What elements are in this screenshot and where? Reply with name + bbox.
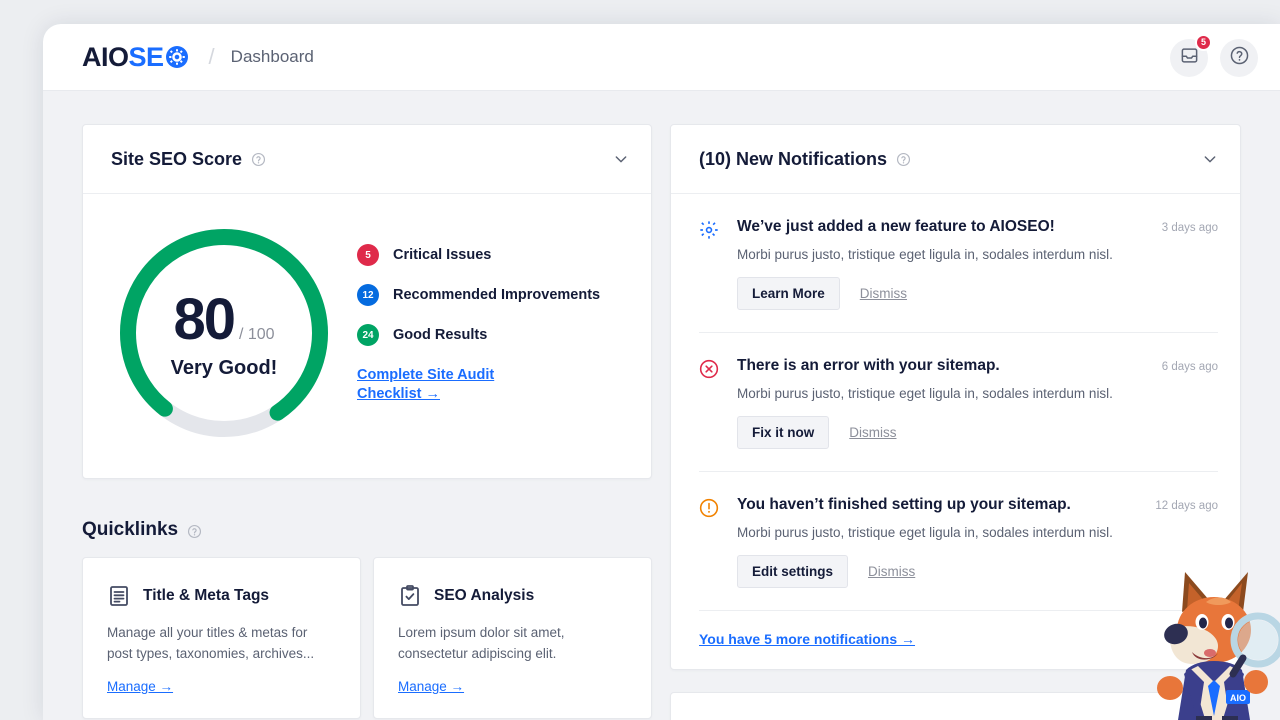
notifications-list: We’ve just added a new feature to AIOSEO… [671,194,1240,611]
top-bar: AIOSE / Dashboard 5 [43,24,1280,91]
notifications-help-tooltip-icon[interactable] [896,152,911,167]
site-seo-score-body: 80 / 100 Very Good! 5 Critical Issues 12… [83,194,651,478]
notification-item: There is an error with your sitemap. 6 d… [699,333,1218,472]
seo-score-rating: Very Good! [170,357,278,379]
breadcrumb-separator: / [208,44,215,69]
donut-center-labels: 80 / 100 Very Good! [113,222,335,444]
next-panel-placeholder [670,692,1241,720]
notification-actions: Fix it now Dismiss [737,416,1218,449]
seo-score-donut-chart: 80 / 100 Very Good! [113,222,335,444]
seo-score-denominator: / 100 [238,326,275,343]
quicklink-card-seo-analysis[interactable]: SEO Analysis Lorem ipsum dolor sit amet,… [373,557,652,719]
notification-body: You haven’t finished setting up your sit… [737,496,1218,588]
logo-aio-text: AIO [82,41,129,72]
help-circle-icon [1229,45,1250,71]
logo-gear-icon [165,45,189,69]
left-column: Site SEO Score 80 / 100 Very Good! 5 Cri… [82,124,652,719]
critical-label: Critical Issues [393,247,492,263]
notification-actions: Learn More Dismiss [737,277,1218,310]
notification-item: We’ve just added a new feature to AIOSEO… [699,194,1218,333]
learn-more-button[interactable]: Learn More [737,277,840,310]
recommended-count-badge: 12 [357,284,379,306]
page-title: Site SEO Score [111,148,243,169]
seo-score-legend: 5 Critical Issues 12 Recommended Improve… [357,244,600,404]
notification-actions: Edit settings Dismiss [737,555,1218,588]
more-notifications-link[interactable]: You have 5 more notifications → [671,611,1240,669]
notification-body: There is an error with your sitemap. 6 d… [737,357,1218,449]
dismiss-button[interactable]: Dismiss [849,425,896,440]
quicklink-card-title-meta-tags[interactable]: Title & Meta Tags Manage all your titles… [82,557,361,719]
inbox-icon [1180,46,1199,70]
notification-text: Morbi purus justo, tristique eget ligula… [737,525,1113,540]
fix-it-now-button[interactable]: Fix it now [737,416,830,449]
quicklinks-heading: Quicklinks [82,519,652,541]
quicklink-description: Lorem ipsum dolor sit amet, consectetur … [398,625,565,661]
notification-item: You haven’t finished setting up your sit… [699,472,1218,611]
quicklink-header: Title & Meta Tags [107,584,336,608]
brand-logo[interactable]: AIOSE / Dashboard [82,41,314,72]
logo-seo-text: SE [128,41,165,72]
quicklink-manage-link[interactable]: Manage → [107,679,173,694]
quicklink-header: SEO Analysis [398,584,627,608]
legend-item-critical: 5 Critical Issues [357,244,600,266]
seo-score-value: 80 [173,287,235,352]
quicklinks-help-tooltip-icon[interactable] [187,523,202,538]
clipboard-check-icon [398,584,422,608]
quicklinks-grid: Title & Meta Tags Manage all your titles… [82,557,652,719]
document-lines-icon [107,584,131,608]
notification-body: We’ve just added a new feature to AIOSEO… [737,218,1218,310]
notification-text: Morbi purus justo, tristique eget ligula… [737,386,1113,401]
dismiss-button[interactable]: Dismiss [868,564,915,579]
quicklinks-title: Quicklinks [82,519,179,540]
notifications-card: (10) New Notifications We’ve just added … [670,124,1241,670]
notification-title: We’ve just added a new feature to AIOSEO… [737,218,1055,235]
quicklink-title: Title & Meta Tags [143,587,270,604]
notifications-header: (10) New Notifications [671,125,1240,194]
legend-item-recommended: 12 Recommended Improvements [357,284,600,306]
notifications-title: (10) New Notifications [699,148,888,169]
complete-site-audit-checklist-link[interactable]: Complete Site Audit Checklist → [357,366,497,404]
critical-count-badge: 5 [357,244,379,266]
notification-timestamp: 6 days ago [1161,361,1218,373]
notifications-collapse-chevron-down-icon[interactable] [1202,151,1218,167]
top-bar-actions: 5 [1170,24,1258,91]
gear-icon [699,220,719,240]
breadcrumb-dashboard[interactable]: Dashboard [231,47,314,67]
notification-title: You haven’t finished setting up your sit… [737,496,1071,513]
error-circle-icon [699,359,719,379]
good-label: Good Results [393,327,488,343]
quicklink-manage-link[interactable]: Manage → [398,679,464,694]
notification-timestamp: 3 days ago [1161,222,1218,234]
site-seo-score-header: Site SEO Score [83,125,651,194]
notification-timestamp: 12 days ago [1155,500,1218,512]
notification-title: There is an error with your sitemap. [737,357,1000,374]
site-seo-score-card: Site SEO Score 80 / 100 Very Good! 5 Cri… [82,124,652,479]
right-column: (10) New Notifications We’ve just added … [670,124,1241,720]
good-count-badge: 24 [357,324,379,346]
recommended-label: Recommended Improvements [393,287,601,303]
app-window: AIOSE / Dashboard 5 Site SEO Score 80 / … [43,24,1280,720]
notification-text: Morbi purus justo, tristique eget ligula… [737,247,1113,262]
notifications-button[interactable]: 5 [1170,33,1212,77]
quicklink-description: Manage all your titles & metas for post … [107,625,315,661]
quicklink-title: SEO Analysis [434,587,535,604]
help-button[interactable] [1220,38,1258,77]
legend-item-good: 24 Good Results [357,324,600,346]
dismiss-button[interactable]: Dismiss [860,286,907,301]
warning-circle-icon [699,498,719,518]
edit-settings-button[interactable]: Edit settings [737,555,849,588]
collapse-chevron-down-icon[interactable] [613,151,629,167]
help-tooltip-icon[interactable] [251,152,266,167]
notifications-badge: 5 [1194,33,1212,51]
